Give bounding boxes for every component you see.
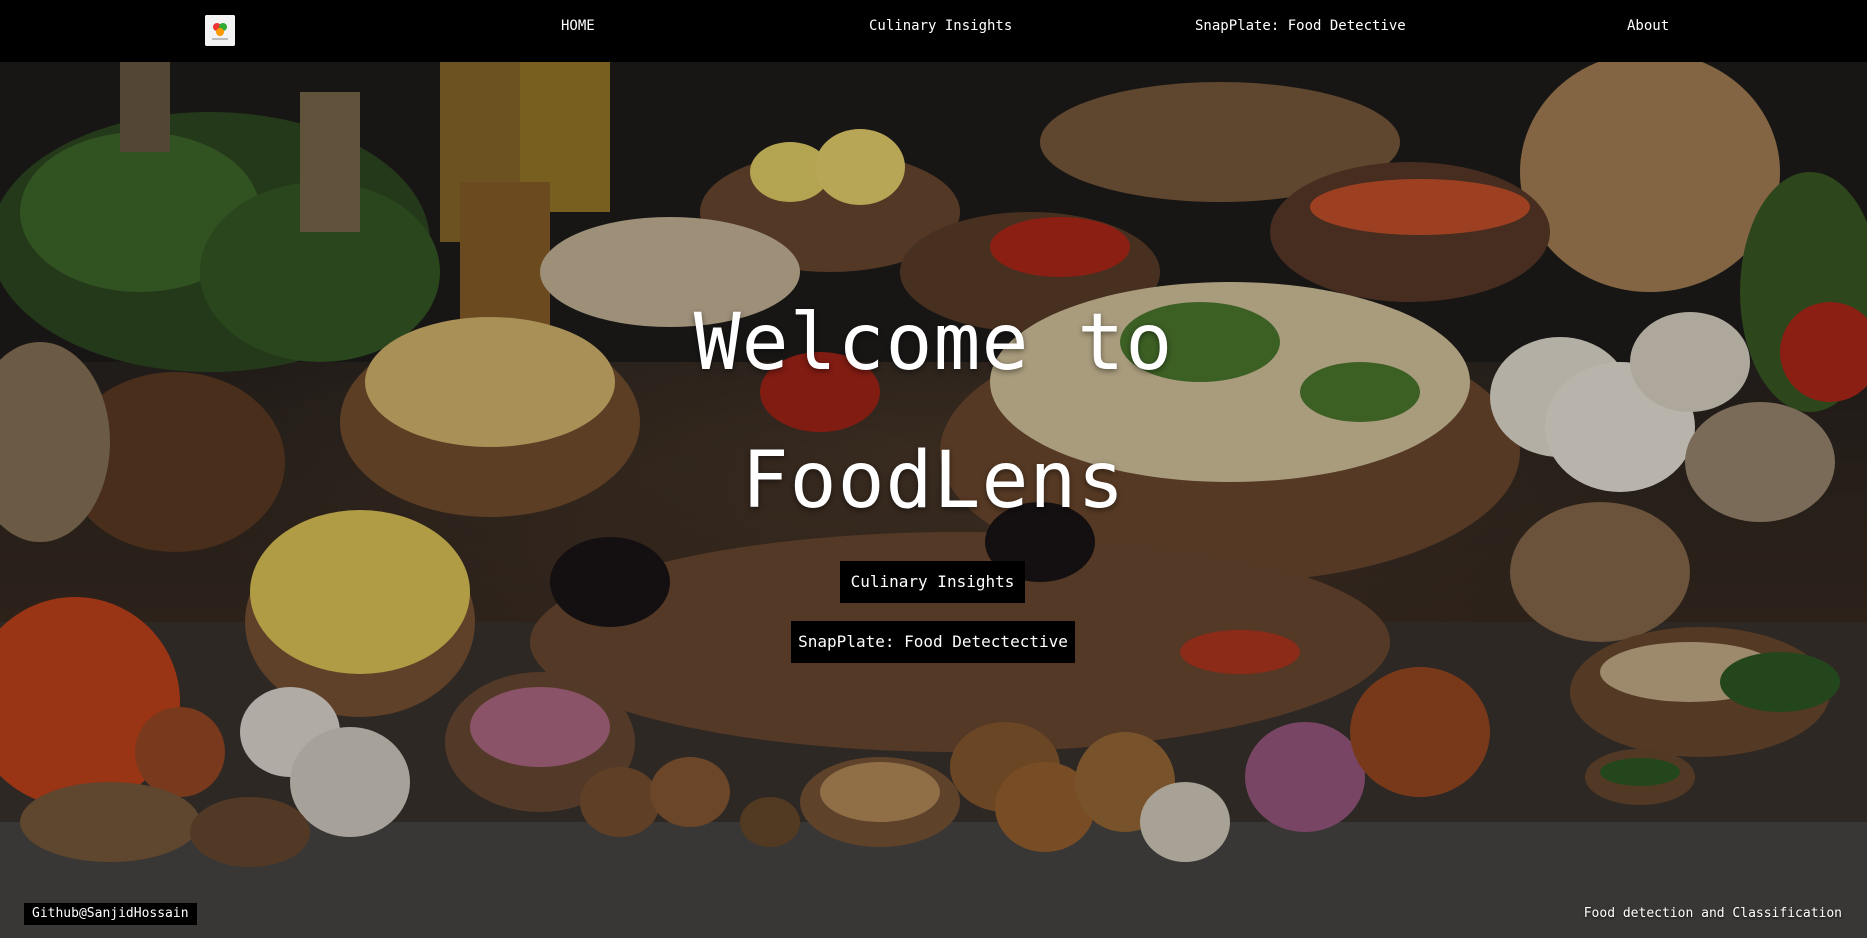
nav-home-link[interactable]: HOME: [561, 18, 595, 34]
nav-snapplate-link[interactable]: SnapPlate: Food Detective: [1195, 18, 1406, 34]
github-credit-link[interactable]: Github@SanjidHossain: [24, 903, 197, 925]
hero-section: Welcome to FoodLens Culinary Insights Sn…: [0, 62, 1867, 938]
nav-culinary-insights-link[interactable]: Culinary Insights: [869, 18, 1012, 34]
nav-about-link[interactable]: About: [1627, 18, 1669, 34]
snapplate-food-detective-button[interactable]: SnapPlate: Food Detectective: [791, 621, 1075, 663]
hero-title-line-1: Welcome to: [693, 298, 1174, 388]
footer-tagline: Food detection and Classification: [1583, 906, 1842, 921]
top-navbar: HOME Culinary Insights SnapPlate: Food D…: [0, 0, 1867, 62]
foodlens-logo[interactable]: [205, 15, 235, 46]
hero-title-line-2: FoodLens: [741, 436, 1126, 526]
logo-icon: [205, 15, 235, 46]
culinary-insights-button[interactable]: Culinary Insights: [840, 561, 1025, 603]
